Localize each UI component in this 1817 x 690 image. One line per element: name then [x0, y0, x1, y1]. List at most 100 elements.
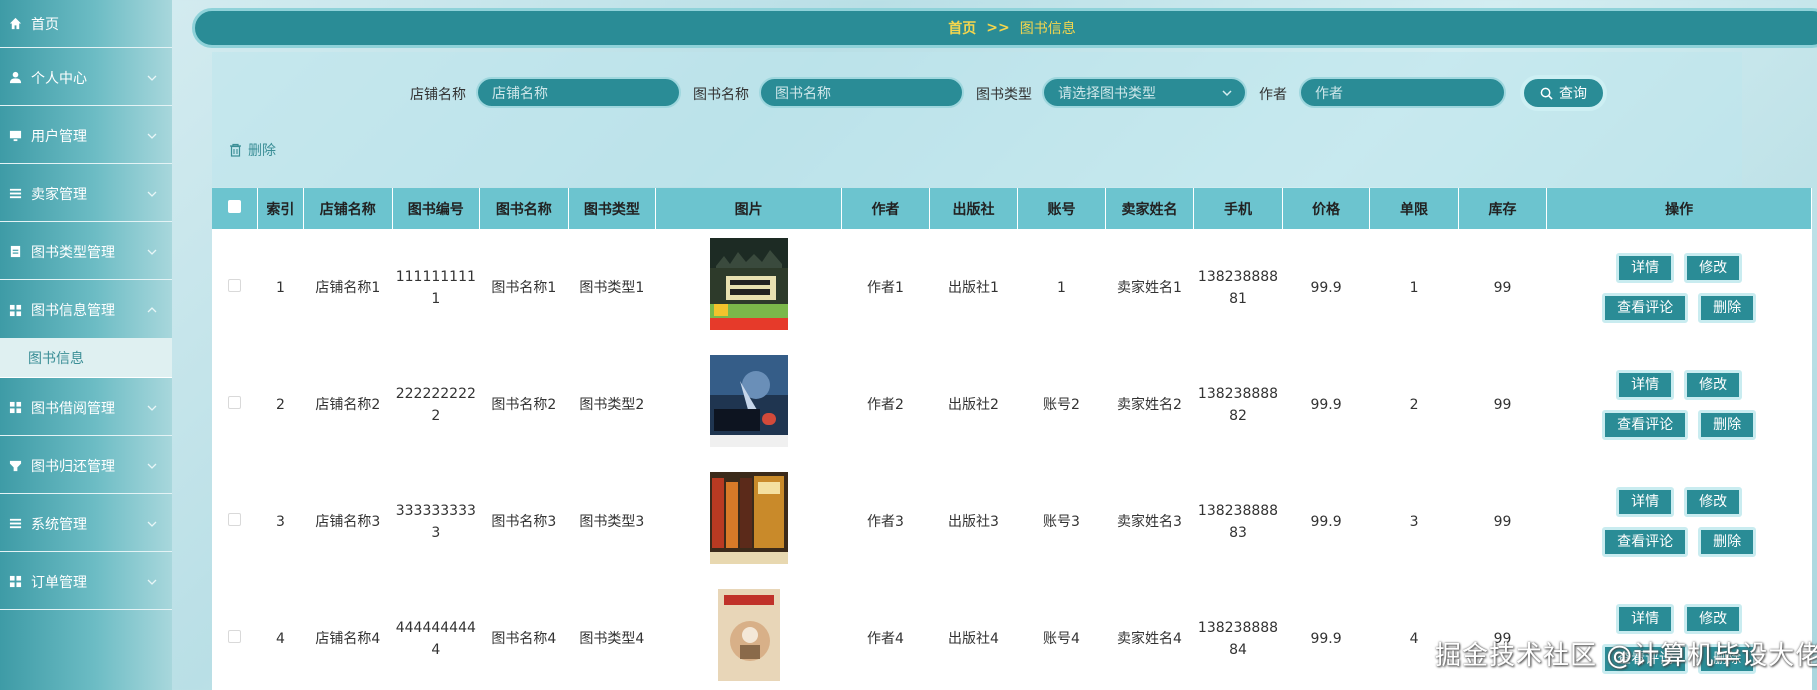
book-cover-image: [709, 238, 788, 330]
sidebar-item-book-info[interactable]: 图书信息管理: [0, 282, 172, 338]
breadcrumb-home[interactable]: 首页: [948, 18, 976, 38]
search-button-label: 查询: [1559, 86, 1587, 102]
cell-shop: 店铺名称2: [315, 396, 381, 413]
row-checkbox[interactable]: [228, 395, 242, 409]
chevron-down-icon: [146, 188, 158, 204]
edit-button[interactable]: 修改: [1684, 252, 1743, 283]
book-type-select[interactable]: 请选择图书类型: [1042, 77, 1247, 108]
cell-index: 1: [275, 279, 285, 296]
select-all-checkbox[interactable]: [227, 200, 241, 213]
shop-name-input[interactable]: 店铺名称: [476, 77, 681, 108]
cell-index: 3: [275, 513, 285, 530]
list-icon: [8, 517, 22, 531]
sidebar-item-borrow[interactable]: 图书借阅管理: [0, 380, 172, 436]
detail-button[interactable]: 详情: [1616, 369, 1675, 400]
view-comments-button[interactable]: 查看评论: [1602, 526, 1689, 557]
cell-publisher: 出版社2: [948, 396, 999, 413]
edit-button[interactable]: 修改: [1684, 603, 1743, 634]
sidebar-item-users[interactable]: 用户管理: [0, 108, 172, 164]
batch-delete-button[interactable]: 删除: [229, 140, 276, 160]
chevron-down-icon: [146, 246, 158, 262]
cell-operations: 详情 修改 查看评论 删除: [1547, 346, 1812, 463]
cell-stock: 99: [1493, 279, 1512, 296]
book-table: 索引 店铺名称 图书编号 图书名称 图书类型 图片 作者 出版社 账号 卖家姓名…: [212, 188, 1812, 690]
search-button[interactable]: 查询: [1520, 75, 1607, 111]
list-icon: [8, 187, 22, 201]
sidebar-item-book-types[interactable]: 图书类型管理: [0, 224, 172, 280]
sidebar-item-home[interactable]: 首页: [0, 0, 172, 48]
sidebar-item-label: 用户管理: [31, 128, 87, 145]
sidebar-subitem-label: 图书信息: [28, 350, 84, 367]
table-header-row: 索引 店铺名称 图书编号 图书名称 图书类型 图片 作者 出版社 账号 卖家姓名…: [212, 188, 1812, 229]
monitor-icon: [8, 129, 22, 143]
cell-publisher: 出版社1: [948, 279, 999, 296]
cell-publisher: 出版社3: [948, 513, 999, 530]
breadcrumb-separator: >>: [986, 20, 1010, 36]
cell-author: 作者1: [866, 279, 904, 296]
sidebar-item-sellers[interactable]: 卖家管理: [0, 166, 172, 222]
cell-author: 作者2: [866, 396, 904, 413]
cell-operations: 详情 修改 查看评论 删除: [1547, 229, 1812, 346]
delete-button[interactable]: 删除: [1698, 526, 1757, 557]
cell-price: 99.9: [1310, 630, 1342, 647]
cell-phone: 13823888881: [1197, 268, 1279, 307]
cell-operations: 详情 修改 查看评论 删除: [1547, 463, 1812, 580]
cell-account: 账号3: [1043, 513, 1080, 530]
shop-name-label: 店铺名称: [410, 87, 466, 103]
author-label: 作者: [1259, 87, 1287, 103]
cell-price: 99.9: [1310, 513, 1342, 530]
sidebar-item-system[interactable]: 系统管理: [0, 496, 172, 552]
sidebar-item-return[interactable]: 图书归还管理: [0, 438, 172, 494]
book-name-input[interactable]: 图书名称: [759, 77, 964, 108]
search-panel: [212, 52, 1742, 187]
grid-icon: [8, 575, 22, 589]
row-checkbox[interactable]: [228, 278, 242, 292]
sidebar-item-label: 卖家管理: [31, 186, 87, 203]
search-bar: 店铺名称 店铺名称 图书名称 图书名称 图书类型 请选择图书类型 作者 作者 查…: [0, 75, 1817, 111]
sidebar-subitem-book-info[interactable]: 图书信息: [0, 338, 172, 378]
select-all-cell[interactable]: [212, 188, 258, 229]
chevron-down-icon: [146, 518, 158, 534]
column-header: 单限: [1369, 188, 1459, 229]
detail-button[interactable]: 详情: [1616, 486, 1675, 517]
clipboard-icon: [8, 245, 22, 259]
row-checkbox[interactable]: [228, 512, 242, 526]
detail-button[interactable]: 详情: [1616, 603, 1675, 634]
column-header: 图书名称: [479, 188, 569, 229]
cell-image: [656, 229, 842, 346]
delete-button[interactable]: 删除: [1698, 409, 1757, 440]
sidebar-item-label: 首页: [31, 16, 59, 33]
column-header: 出版社: [929, 188, 1019, 229]
cell-type: 图书类型1: [579, 279, 645, 296]
row-checkbox[interactable]: [228, 629, 242, 643]
detail-button[interactable]: 详情: [1616, 252, 1675, 283]
delete-button[interactable]: 删除: [1698, 292, 1757, 323]
cell-stock: 99: [1493, 396, 1512, 413]
column-header: 图片: [655, 188, 843, 229]
edit-button[interactable]: 修改: [1684, 369, 1743, 400]
cell-seller: 卖家姓名3: [1117, 513, 1182, 530]
cell-shop: 店铺名称1: [315, 279, 381, 296]
chevron-down-icon: [146, 402, 158, 418]
cell-phone: 13823888884: [1197, 619, 1279, 658]
column-header: 作者: [841, 188, 930, 229]
book-cover-image: [709, 472, 788, 564]
sidebar-item-orders[interactable]: 订单管理: [0, 554, 172, 610]
cell-image: [656, 580, 842, 690]
search-icon: [1540, 87, 1553, 100]
view-comments-button[interactable]: 查看评论: [1602, 292, 1689, 323]
view-comments-button[interactable]: 查看评论: [1602, 409, 1689, 440]
sidebar-item-label: 系统管理: [31, 516, 87, 533]
cell-image: [656, 346, 842, 463]
cell-code: 4444444444: [395, 619, 476, 658]
book-cover-image: [717, 589, 780, 681]
cell-type: 图书类型2: [579, 396, 645, 413]
column-header: 图书编号: [392, 188, 481, 229]
sidebar-item-label: 图书归还管理: [31, 458, 115, 475]
grid-icon: [8, 303, 22, 317]
edit-button[interactable]: 修改: [1684, 486, 1743, 517]
cell-code: 2222222222: [395, 385, 476, 424]
author-placeholder: 作者: [1315, 85, 1343, 102]
chevron-down-icon: [146, 130, 158, 146]
author-input[interactable]: 作者: [1299, 77, 1506, 108]
